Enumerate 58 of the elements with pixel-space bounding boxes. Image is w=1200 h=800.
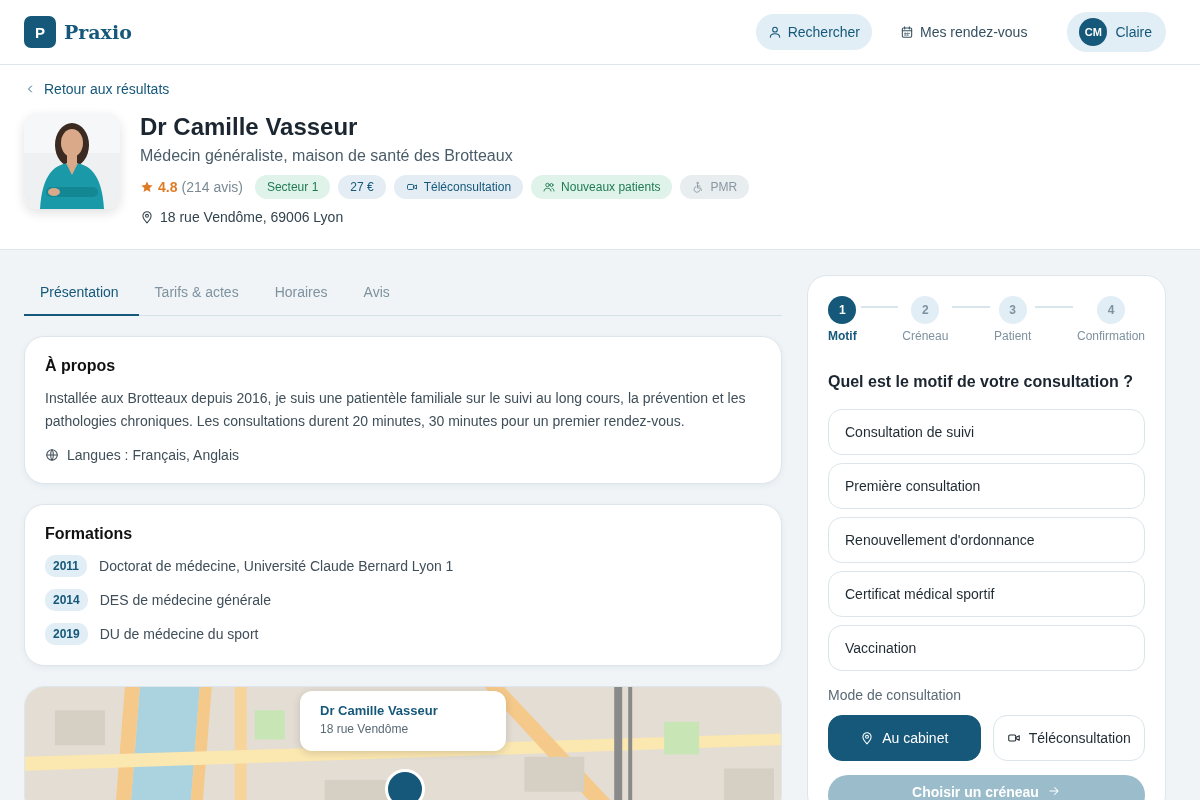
- reason-option[interactable]: Vaccination: [828, 625, 1145, 671]
- section-title: Formations: [45, 525, 134, 543]
- popup-address: 18 rue Vendôme: [320, 722, 410, 736]
- people-icon: [543, 181, 556, 193]
- step-label: Patient: [993, 329, 1032, 343]
- person-icon: [767, 25, 782, 39]
- formation-text: Doctorat de médecine, Université Claude Bernard Lyon 1: [99, 558, 454, 574]
- mode-option[interactable]: Téléconsultation: [992, 715, 1145, 761]
- reason-option[interactable]: Certificat médical sportif: [828, 571, 1145, 617]
- step-number: 2: [911, 296, 940, 324]
- reason-option[interactable]: Consultation de suivi: [828, 409, 1145, 455]
- step-number: 4: [1097, 296, 1125, 324]
- video-camera-icon: [405, 181, 418, 193]
- question-title: Quel est le motif de votre consultation ?: [828, 373, 1134, 391]
- tag: Téléconsultation: [393, 175, 524, 199]
- address: 18 rue Vendôme, 69006 Lyon: [160, 209, 344, 225]
- year-badge: 2019: [45, 623, 88, 645]
- user-menu-button[interactable]: CM Claire: [1067, 12, 1166, 52]
- review-count[interactable]: (214 avis): [181, 179, 243, 195]
- doctor-name: Dr Camille Vasseur: [140, 113, 359, 141]
- languages: Langues : Français, Anglais: [67, 447, 239, 463]
- video-camera-icon: [1006, 731, 1021, 745]
- step-number: 3: [998, 296, 1027, 324]
- tag: Secteur 1: [254, 175, 331, 199]
- calendar-icon: [900, 25, 915, 39]
- location-pin-icon: [860, 731, 875, 745]
- tag: PMR: [680, 175, 750, 199]
- star-icon: [140, 180, 154, 194]
- logo-mark[interactable]: P: [24, 16, 56, 48]
- formation-text: DES de médecine générale: [99, 592, 271, 608]
- formation-text: DU de médecine du sport: [99, 626, 259, 642]
- step-label: Motif: [828, 329, 857, 343]
- section-title: À propos: [45, 357, 117, 375]
- nav-button[interactable]: Mes rendez-vous: [888, 14, 1040, 50]
- tag: 27 €: [338, 175, 386, 199]
- nav-button[interactable]: Rechercher: [755, 14, 873, 50]
- year-badge: 2011: [45, 555, 88, 577]
- tab[interactable]: Présentation: [24, 275, 139, 316]
- rating-value: 4.8: [158, 179, 178, 195]
- wheelchair-icon: [692, 181, 705, 193]
- reason-option[interactable]: Renouvellement d'ordonnance: [828, 517, 1145, 563]
- mode-option[interactable]: Au cabinet: [828, 715, 981, 761]
- globe-icon: [45, 448, 59, 462]
- step-label: Créneau: [902, 329, 949, 343]
- back-link[interactable]: Retour aux résultats: [24, 81, 170, 97]
- mode-label: Mode de consultation: [828, 687, 963, 703]
- reason-option[interactable]: Première consultation: [828, 463, 1145, 509]
- popup-title: Dr Camille Vasseur: [320, 703, 439, 718]
- brand-name[interactable]: Praxio: [64, 21, 132, 43]
- avatar-initials: CM: [1079, 18, 1108, 46]
- arrow-right-icon: [1046, 784, 1061, 798]
- location-pin-icon: [140, 210, 154, 224]
- year-badge: 2014: [45, 589, 88, 611]
- step-number: 1: [828, 296, 857, 324]
- doctor-specialty: Médecin généraliste, maison de santé des Brotteaux: [140, 147, 514, 165]
- about-text: Installée aux Brotteaux depuis 2016, je suis une patientèle familiale sur le suivi au long cours, la prévention et les pathologies chroniques. Les consultations durent 20 minutes, 30 minutes pour un premier rendez-vous.: [45, 389, 747, 431]
- step-label: Confirmation: [1076, 329, 1145, 343]
- tag: Nouveaux patients: [531, 175, 673, 199]
